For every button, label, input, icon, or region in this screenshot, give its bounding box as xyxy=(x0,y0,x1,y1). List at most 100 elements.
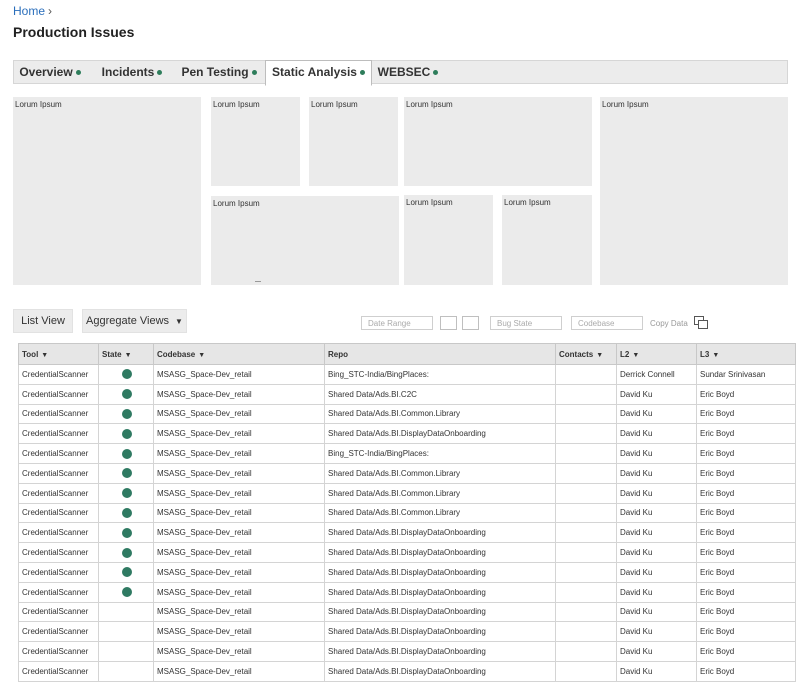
cell-state xyxy=(98,561,154,583)
cell-contacts xyxy=(555,641,617,662)
cell-contacts xyxy=(555,423,617,445)
header-state[interactable]: State ▼ xyxy=(98,343,154,365)
date-start-box[interactable] xyxy=(440,316,457,330)
cell-l3: Eric Boyd xyxy=(696,423,796,445)
table-row[interactable]: CredentialScanner MSASG_Space-Dev_retail S… xyxy=(18,581,796,603)
cell-l2: David Ku xyxy=(616,502,697,524)
cell-codebase: MSASG_Space-Dev_retail xyxy=(153,423,325,445)
breadcrumb-home-link[interactable]: Home xyxy=(13,4,45,18)
table-row[interactable]: CredentialScanner MSASG_Space-Dev_retail S… xyxy=(18,522,796,544)
cell-tool: CredentialScanner xyxy=(18,561,99,583)
table-row[interactable]: CredentialScanner MSASG_Space-Dev_retail S… xyxy=(18,641,796,662)
cell-tool: CredentialScanner xyxy=(18,403,99,425)
tab-overview[interactable]: Overview xyxy=(14,61,86,85)
cell-contacts xyxy=(555,601,617,623)
cell-l3: Eric Boyd xyxy=(696,601,796,623)
table-row[interactable]: CredentialScanner MSASG_Space-Dev_retail S… xyxy=(18,621,796,643)
cell-codebase: MSASG_Space-Dev_retail xyxy=(153,601,325,623)
cell-contacts xyxy=(555,561,617,583)
table-row[interactable]: CredentialScanner MSASG_Space-Dev_retail B… xyxy=(18,364,796,385)
cell-repo: Shared Data/Ads.BI.Common.Library xyxy=(324,502,556,524)
cell-contacts xyxy=(555,443,617,464)
cell-repo: Shared Data/Ads.BI.DisplayDataOnboarding xyxy=(324,423,556,445)
cell-repo: Shared Data/Ads.BI.DisplayDataOnboarding xyxy=(324,581,556,603)
cell-l2: David Ku xyxy=(616,561,697,583)
header-codebase[interactable]: Codebase ▼ xyxy=(153,343,325,365)
header-l2[interactable]: L2 ▼ xyxy=(616,343,697,365)
cell-l2: David Ku xyxy=(616,660,697,682)
header-l3[interactable]: L3 ▼ xyxy=(696,343,796,365)
cell-state xyxy=(98,403,154,425)
table-row[interactable]: CredentialScanner MSASG_Space-Dev_retail S… xyxy=(18,601,796,623)
cell-contacts xyxy=(555,542,617,563)
table-row[interactable]: CredentialScanner MSASG_Space-Dev_retail S… xyxy=(18,403,796,425)
breadcrumb-separator: › xyxy=(48,4,53,18)
state-indicator-icon xyxy=(122,567,132,578)
cell-contacts xyxy=(555,383,617,405)
cell-contacts xyxy=(555,581,617,603)
cell-l3: Sundar Srinivasan xyxy=(696,364,796,385)
cell-state xyxy=(98,641,154,662)
cell-l3: Eric Boyd xyxy=(696,660,796,682)
table-row[interactable]: CredentialScanner MSASG_Space-Dev_retail S… xyxy=(18,482,796,504)
header-contacts[interactable]: Contacts ▼ xyxy=(555,343,617,365)
cell-tool: CredentialScanner xyxy=(18,423,99,445)
cell-tool: CredentialScanner xyxy=(18,443,99,464)
state-indicator-icon xyxy=(122,587,132,598)
table-row[interactable]: CredentialScanner MSASG_Space-Dev_retail B… xyxy=(18,443,796,464)
tab-static-analysis[interactable]: Static Analysis xyxy=(265,60,372,86)
list-view-button[interactable]: List View xyxy=(13,309,73,333)
table-row[interactable]: CredentialScanner MSASG_Space-Dev_retail S… xyxy=(18,383,796,405)
tab-pen-testing[interactable]: Pen Testing xyxy=(174,61,264,85)
tab-label: Overview xyxy=(19,65,73,79)
cell-tool: CredentialScanner xyxy=(18,364,99,385)
table-row[interactable]: CredentialScanner MSASG_Space-Dev_retail S… xyxy=(18,462,796,484)
cell-codebase: MSASG_Space-Dev_retail xyxy=(153,443,325,464)
widget-panel-wide-bottom: Lorum Ipsum xyxy=(211,196,399,285)
cell-l2: David Ku xyxy=(616,462,697,484)
copy-icon[interactable] xyxy=(694,316,708,329)
bug-state-input[interactable] xyxy=(490,316,562,330)
cell-codebase: MSASG_Space-Dev_retail xyxy=(153,561,325,583)
tab-label: Pen Testing xyxy=(181,65,249,79)
table-row[interactable]: CredentialScanner MSASG_Space-Dev_retail S… xyxy=(18,502,796,524)
date-range-input[interactable] xyxy=(361,316,433,330)
table-row[interactable]: CredentialScanner MSASG_Space-Dev_retail S… xyxy=(18,660,796,682)
cell-l3: Eric Boyd xyxy=(696,641,796,662)
date-end-box[interactable] xyxy=(462,316,479,330)
cell-codebase: MSASG_Space-Dev_retail xyxy=(153,502,325,524)
status-dot-icon xyxy=(75,70,81,76)
cell-contacts xyxy=(555,462,617,484)
cell-state xyxy=(98,502,154,524)
state-indicator-icon xyxy=(122,428,132,439)
codebase-input[interactable] xyxy=(571,316,643,330)
cell-l3: Eric Boyd xyxy=(696,482,796,504)
widget-panel: Lorum Ipsum xyxy=(211,97,300,186)
widget-panel: Lorum Ipsum xyxy=(309,97,398,186)
tab-label: WEBSEC xyxy=(377,65,431,79)
cell-contacts xyxy=(555,502,617,524)
cell-l2: Derrick Connell xyxy=(616,364,697,385)
table-row[interactable]: CredentialScanner MSASG_Space-Dev_retail S… xyxy=(18,423,796,445)
widget-panel-wide: Lorum Ipsum xyxy=(404,97,592,186)
state-indicator-icon xyxy=(122,507,132,518)
aggregate-views-dropdown[interactable]: Aggregate Views ▼ xyxy=(82,309,187,333)
header-tool[interactable]: Tool ▼ xyxy=(18,343,99,365)
widget-panel: Lorum Ipsum xyxy=(404,195,493,285)
table-row[interactable]: CredentialScanner MSASG_Space-Dev_retail S… xyxy=(18,542,796,563)
cell-l2: David Ku xyxy=(616,542,697,563)
cell-l2: David Ku xyxy=(616,403,697,425)
cell-repo: Shared Data/Ads.BI.DisplayDataOnboarding xyxy=(324,601,556,623)
tab-websec[interactable]: WEBSEC xyxy=(372,61,444,85)
header-repo: Repo xyxy=(324,343,556,365)
table-row[interactable]: CredentialScanner MSASG_Space-Dev_retail S… xyxy=(18,561,796,583)
cell-repo: Shared Data/Ads.BI.DisplayDataOnboarding xyxy=(324,641,556,662)
cell-tool: CredentialScanner xyxy=(18,462,99,484)
copy-data-label[interactable]: Copy Data xyxy=(650,319,688,328)
tab-label: Static Analysis xyxy=(272,65,357,79)
tab-incidents[interactable]: Incidents xyxy=(92,61,172,85)
sort-caret-icon: ▼ xyxy=(596,351,604,359)
cell-codebase: MSASG_Space-Dev_retail xyxy=(153,462,325,484)
widget-panel-large-left: Lorum Ipsum xyxy=(13,97,201,285)
breadcrumb: Home › xyxy=(13,4,52,18)
